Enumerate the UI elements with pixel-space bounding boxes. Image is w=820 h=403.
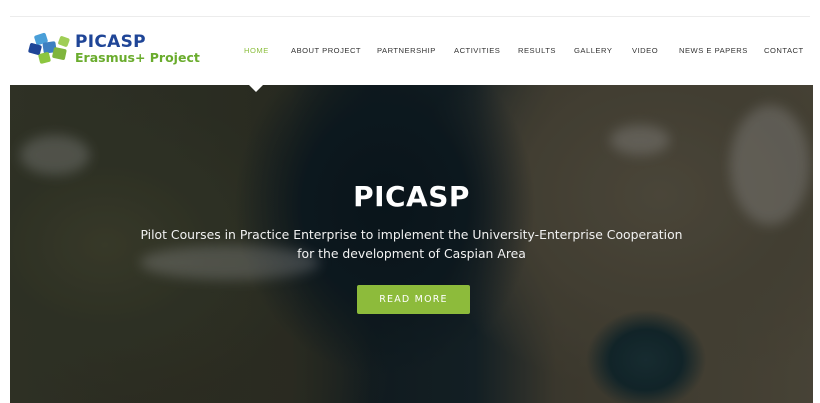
nav-activities[interactable]: ACTIVITIES (454, 46, 500, 56)
site-header: PICASP Erasmus+ Project HOME ABOUT PROJE… (0, 17, 820, 85)
nav-contact[interactable]: CONTACT (764, 46, 804, 56)
nav-results[interactable]: RESULTS (518, 46, 556, 56)
nav-partnership[interactable]: PARTNERSHIP (377, 46, 436, 56)
hero-description-line-1: Pilot Courses in Practice Enterprise to … (140, 227, 683, 242)
nav-news-e-papers[interactable]: NEWS E PAPERS (679, 46, 748, 56)
nav-video[interactable]: VIDEO (632, 46, 658, 56)
hero-overlay (10, 85, 813, 403)
active-nav-indicator (249, 85, 263, 92)
hero-banner: PICASP Pilot Courses in Practice Enterpr… (10, 85, 813, 403)
hero-title: PICASP (353, 180, 470, 213)
read-more-button[interactable]: READ MORE (357, 285, 470, 314)
main-nav: HOME ABOUT PROJECT PARTNERSHIP ACTIVITIE… (0, 17, 820, 85)
nav-about-project[interactable]: ABOUT PROJECT (291, 46, 361, 56)
hero-description-line-2: for the development of Caspian Area (297, 246, 526, 261)
nav-home[interactable]: HOME (244, 46, 269, 56)
nav-gallery[interactable]: GALLERY (574, 46, 612, 56)
